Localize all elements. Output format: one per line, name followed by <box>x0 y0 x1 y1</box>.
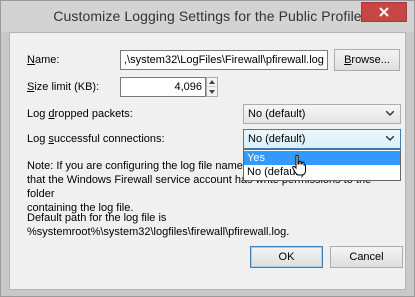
dialog-window: Customize Logging Settings for the Publi… <box>0 0 415 297</box>
chevron-down-icon <box>386 136 394 141</box>
name-label: Name: <box>27 54 60 66</box>
browse-button[interactable]: Browse... <box>334 49 400 71</box>
window-title: Customize Logging Settings for the Publi… <box>53 8 362 24</box>
arrow-down-icon <box>209 89 215 94</box>
default-path-line-1: Default path for the log file is <box>27 212 167 224</box>
dropdown-option-no-default[interactable]: No (default) <box>244 165 400 179</box>
chevron-down-icon <box>386 111 394 116</box>
title-bar[interactable]: Customize Logging Settings for the Publi… <box>1 1 414 32</box>
log-dropped-packets-label: Log dropped packets: <box>27 108 133 120</box>
arrow-up-icon <box>209 80 215 84</box>
close-button[interactable] <box>361 2 407 22</box>
cancel-button[interactable]: Cancel <box>330 246 403 268</box>
spin-down-button[interactable] <box>207 87 217 96</box>
default-path-text: Default path for the log file is %system… <box>27 211 400 239</box>
size-limit-input[interactable]: 4,096 <box>120 77 206 97</box>
close-icon <box>379 7 389 17</box>
spin-up-button[interactable] <box>207 78 217 87</box>
log-dropped-packets-value: No (default) <box>248 108 306 120</box>
log-successful-connections-select[interactable]: No (default) <box>243 129 401 149</box>
log-successful-connections-value: No (default) <box>248 133 306 145</box>
size-limit-label: Size limit (KB): <box>27 81 100 93</box>
log-successful-connections-dropdown: Yes No (default) <box>243 149 401 181</box>
default-path-line-2: %systemroot%\system32\logfiles\firewall\… <box>27 226 290 238</box>
ok-button[interactable]: OK <box>250 246 323 268</box>
log-file-name-input[interactable]: ,\system32\LogFiles\Firewall\pfirewall.l… <box>120 50 328 70</box>
size-limit-spinner[interactable] <box>206 77 218 97</box>
dialog-client-area: Name: ,\system32\LogFiles\Firewall\pfire… <box>9 32 406 290</box>
log-successful-connections-label: Log successful connections: <box>27 133 165 145</box>
dropdown-option-yes[interactable]: Yes <box>244 151 400 165</box>
mouse-cursor-icon <box>292 155 306 176</box>
log-dropped-packets-select[interactable]: No (default) <box>243 104 401 124</box>
